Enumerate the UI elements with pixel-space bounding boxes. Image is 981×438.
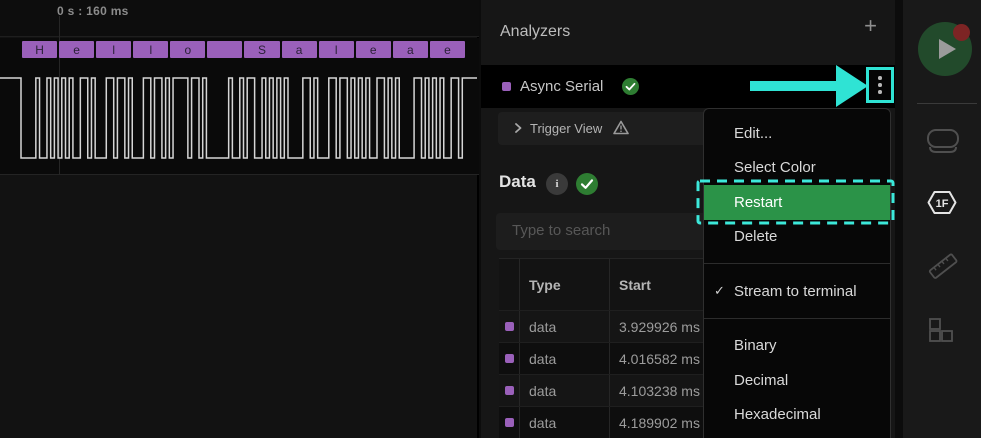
menu-item-stream-to-terminal[interactable]: ✓ Stream to terminal xyxy=(704,274,890,309)
menu-item-label: Restart xyxy=(734,194,782,211)
analyzer-kebab-menu-button[interactable] xyxy=(866,67,894,103)
row-color-swatch xyxy=(505,418,514,427)
play-icon xyxy=(939,39,956,59)
analyzer-name: Async Serial xyxy=(520,78,603,95)
menu-item-delete[interactable]: Delete xyxy=(704,220,890,255)
analyzer-context-menu: Edit... Select Color Restart Delete ✓ Stream … xyxy=(703,108,891,438)
decoded-byte-box: l xyxy=(96,41,131,58)
decoded-byte-box: l xyxy=(319,41,354,58)
trigger-view-label: Trigger View xyxy=(530,121,602,136)
right-sidebar: 1F xyxy=(903,0,981,438)
menu-item-decimal[interactable]: Decimal xyxy=(704,363,890,398)
measurements-ruler-icon[interactable] xyxy=(926,249,960,283)
menu-item-edit[interactable]: Edit... xyxy=(704,116,890,151)
row-color-cell xyxy=(499,407,519,438)
menu-item-label: Decimal xyxy=(734,372,788,389)
menu-item-label: Binary xyxy=(734,337,777,354)
decoded-byte-box: a xyxy=(393,41,428,58)
decoded-byte-box: H xyxy=(22,41,57,58)
menu-item-restart[interactable]: Restart xyxy=(704,185,890,220)
analyzer-color-swatch[interactable] xyxy=(502,82,511,91)
extensions-blocks-icon[interactable] xyxy=(926,316,956,346)
row-type-cell: data xyxy=(519,407,609,438)
hex-badge-text: 1F xyxy=(936,198,949,210)
logic-analyzer-app: 0 s : 160 ms HelloSaleae Analyzers + Asy… xyxy=(0,0,981,438)
kebab-dot xyxy=(878,90,882,94)
record-status-dot xyxy=(953,24,970,41)
column-header-type[interactable]: Type xyxy=(519,259,609,310)
data-ok-icon xyxy=(576,173,598,195)
column-header-color[interactable] xyxy=(499,259,519,310)
hex-value-icon[interactable]: 1F xyxy=(926,190,958,215)
menu-item-label: Stream to terminal xyxy=(734,283,857,300)
uart-signal-trace xyxy=(0,78,477,158)
kebab-dot xyxy=(878,83,882,87)
analyzer-ok-icon xyxy=(622,78,639,95)
decoded-byte-box: o xyxy=(170,41,205,58)
menu-item-binary[interactable]: Binary xyxy=(704,329,890,364)
serial-waveform xyxy=(0,0,479,438)
menu-item-label: Hexadecimal xyxy=(734,406,821,423)
row-type-cell: data xyxy=(519,311,609,342)
row-color-swatch xyxy=(505,322,514,331)
analyzers-title: Analyzers xyxy=(500,23,570,41)
kebab-dot xyxy=(878,76,882,80)
check-icon: ✓ xyxy=(714,283,725,299)
waveform-panel[interactable]: 0 s : 160 ms HelloSaleae xyxy=(0,0,479,438)
search-placeholder: Type to search xyxy=(512,222,610,239)
decoded-byte-box: e xyxy=(356,41,391,58)
menu-item-label: Delete xyxy=(734,228,777,245)
menu-item-label: Edit... xyxy=(734,125,772,142)
row-color-cell xyxy=(499,343,519,374)
decoded-byte-box: e xyxy=(430,41,465,58)
info-icon[interactable]: i xyxy=(546,173,568,195)
row-color-cell xyxy=(499,311,519,342)
menu-item-hexadecimal[interactable]: Hexadecimal xyxy=(704,398,890,433)
run-capture-button[interactable] xyxy=(918,22,972,76)
row-color-swatch xyxy=(505,354,514,363)
row-type-cell: data xyxy=(519,375,609,406)
decoded-byte-box: S xyxy=(244,41,279,58)
data-section-title: Data xyxy=(499,172,536,192)
device-icon[interactable] xyxy=(926,127,960,155)
decoded-byte-box xyxy=(207,41,242,58)
menu-divider xyxy=(704,263,890,264)
decoded-byte-box: a xyxy=(282,41,317,58)
add-analyzer-button[interactable]: + xyxy=(864,15,877,37)
decoded-byte-box: e xyxy=(59,41,94,58)
decoded-byte-box: l xyxy=(133,41,168,58)
menu-divider xyxy=(704,318,890,319)
row-color-swatch xyxy=(505,386,514,395)
chevron-right-icon[interactable] xyxy=(511,121,525,135)
menu-item-select-color[interactable]: Select Color xyxy=(704,151,890,186)
row-type-cell: data xyxy=(519,343,609,374)
sidebar-divider xyxy=(917,103,977,104)
annotation-arrow-icon xyxy=(750,63,870,109)
row-color-cell xyxy=(499,375,519,406)
menu-item-label: Select Color xyxy=(734,159,816,176)
warning-icon xyxy=(613,120,629,135)
